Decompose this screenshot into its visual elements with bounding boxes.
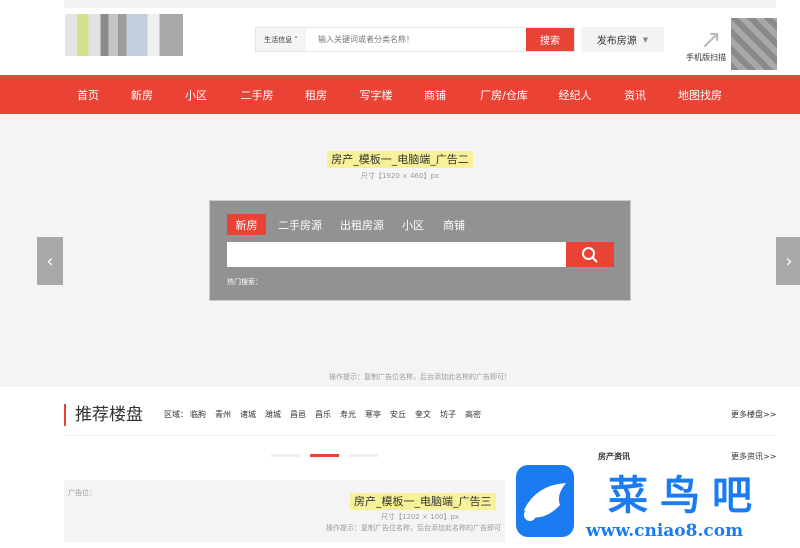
area-link[interactable]: 潍城: [265, 409, 281, 420]
caret-down-icon: ▼: [642, 35, 649, 44]
watermark-logo: 菜鸟吧 www.cniao8.com: [516, 463, 800, 543]
area-link[interactable]: 诸城: [240, 409, 256, 420]
nav-item[interactable]: 租房: [305, 87, 327, 103]
section-title: 推荐楼盘: [64, 404, 143, 426]
chevron-down-icon: ˅: [294, 35, 298, 44]
area-link[interactable]: 奎文: [415, 409, 431, 420]
search-icon: [582, 246, 598, 263]
mobile-scan-label: 手机版扫描: [686, 53, 726, 62]
carousel-dot-active[interactable]: [310, 454, 339, 457]
divider: [64, 435, 776, 436]
area-link[interactable]: 临朐: [190, 409, 206, 420]
area-link[interactable]: 青州: [215, 409, 231, 420]
prev-arrow-icon[interactable]: ‹: [37, 237, 63, 285]
carousel-dot[interactable]: [349, 454, 378, 457]
search-input[interactable]: [306, 28, 526, 51]
ad-tip: 操作提示：复制广告位名称，后台添加此名称的广告即可: [326, 524, 501, 532]
category-select[interactable]: 生活信息 ˅: [256, 28, 306, 51]
ad-size: 尺寸【1202 × 100】px: [381, 513, 460, 521]
area-filter: 区域： 临朐 青州 诸城 潍城 昌邑 昌乐 寿光 寒亭 安丘 奎文 坊子 高密: [164, 409, 481, 420]
nav-item[interactable]: 小区: [185, 87, 207, 103]
nav-item[interactable]: 二手房: [241, 87, 274, 103]
ad-slot-3: 广告位： 房产_模板一_电脑端_广告三 尺寸【1202 × 100】px 操作提…: [64, 480, 505, 542]
area-link[interactable]: 昌邑: [290, 409, 306, 420]
area-link[interactable]: 寒亭: [365, 409, 381, 420]
area-link[interactable]: 坊子: [440, 409, 456, 420]
area-link[interactable]: 昌乐: [315, 409, 331, 420]
site-logo[interactable]: [65, 14, 183, 56]
house-search-input[interactable]: [227, 242, 567, 267]
qr-code: [731, 18, 777, 70]
curved-arrow-icon: ↗: [700, 25, 722, 55]
area-link[interactable]: 寿光: [340, 409, 356, 420]
tab-rental[interactable]: 出租房源: [338, 214, 386, 235]
top-strip: [64, 0, 776, 8]
nav-item[interactable]: 商铺: [424, 87, 446, 103]
nav-item[interactable]: 资讯: [624, 87, 646, 103]
publish-button[interactable]: 发布房源 ▼: [581, 27, 664, 52]
ad-tip: 操作提示：复制广告位名称，后台添加此名称的广告即可！: [329, 373, 511, 381]
hot-search-label: 热门搜索：: [227, 278, 262, 286]
nav-item[interactable]: 厂房/仓库: [480, 87, 528, 103]
more-news-link[interactable]: 更多资讯>>: [731, 451, 776, 462]
nav-item[interactable]: 新房: [131, 87, 153, 103]
nav-item[interactable]: 写字楼: [360, 87, 393, 103]
tab-shops[interactable]: 商铺: [441, 214, 467, 235]
news-title: 房产资讯: [598, 452, 630, 461]
nav-item[interactable]: 经纪人: [559, 87, 592, 103]
ad-size: 尺寸【1920 × 460】px: [360, 172, 440, 180]
ad-label: 房产_模板一_电脑端_广告二: [327, 151, 473, 168]
nav-item[interactable]: 首页: [77, 87, 99, 103]
more-listings-link[interactable]: 更多楼盘>>: [731, 409, 776, 420]
ad-label: 房产_模板一_电脑端_广告三: [350, 493, 496, 510]
header-search: 生活信息 ˅ 搜索: [255, 27, 575, 52]
search-button[interactable]: [566, 242, 614, 267]
area-link[interactable]: 安丘: [390, 409, 406, 420]
area-link[interactable]: 高密: [465, 409, 481, 420]
nav-item[interactable]: 地图找房: [678, 87, 722, 103]
search-panel: 新房 二手房源 出租房源 小区 商铺 热门搜索：: [209, 200, 631, 301]
carousel-dot[interactable]: [271, 454, 300, 457]
tab-second-hand[interactable]: 二手房源: [276, 214, 324, 235]
tab-new-house[interactable]: 新房: [227, 214, 266, 235]
tab-community[interactable]: 小区: [400, 214, 426, 235]
search-button[interactable]: 搜索: [526, 28, 574, 51]
bird-icon: [516, 465, 574, 537]
main-nav: 首页 新房 小区 二手房 租房 写字楼 商铺 厂房/仓库 经纪人 资讯 地图找房: [0, 75, 800, 114]
next-arrow-icon[interactable]: ›: [776, 237, 800, 285]
